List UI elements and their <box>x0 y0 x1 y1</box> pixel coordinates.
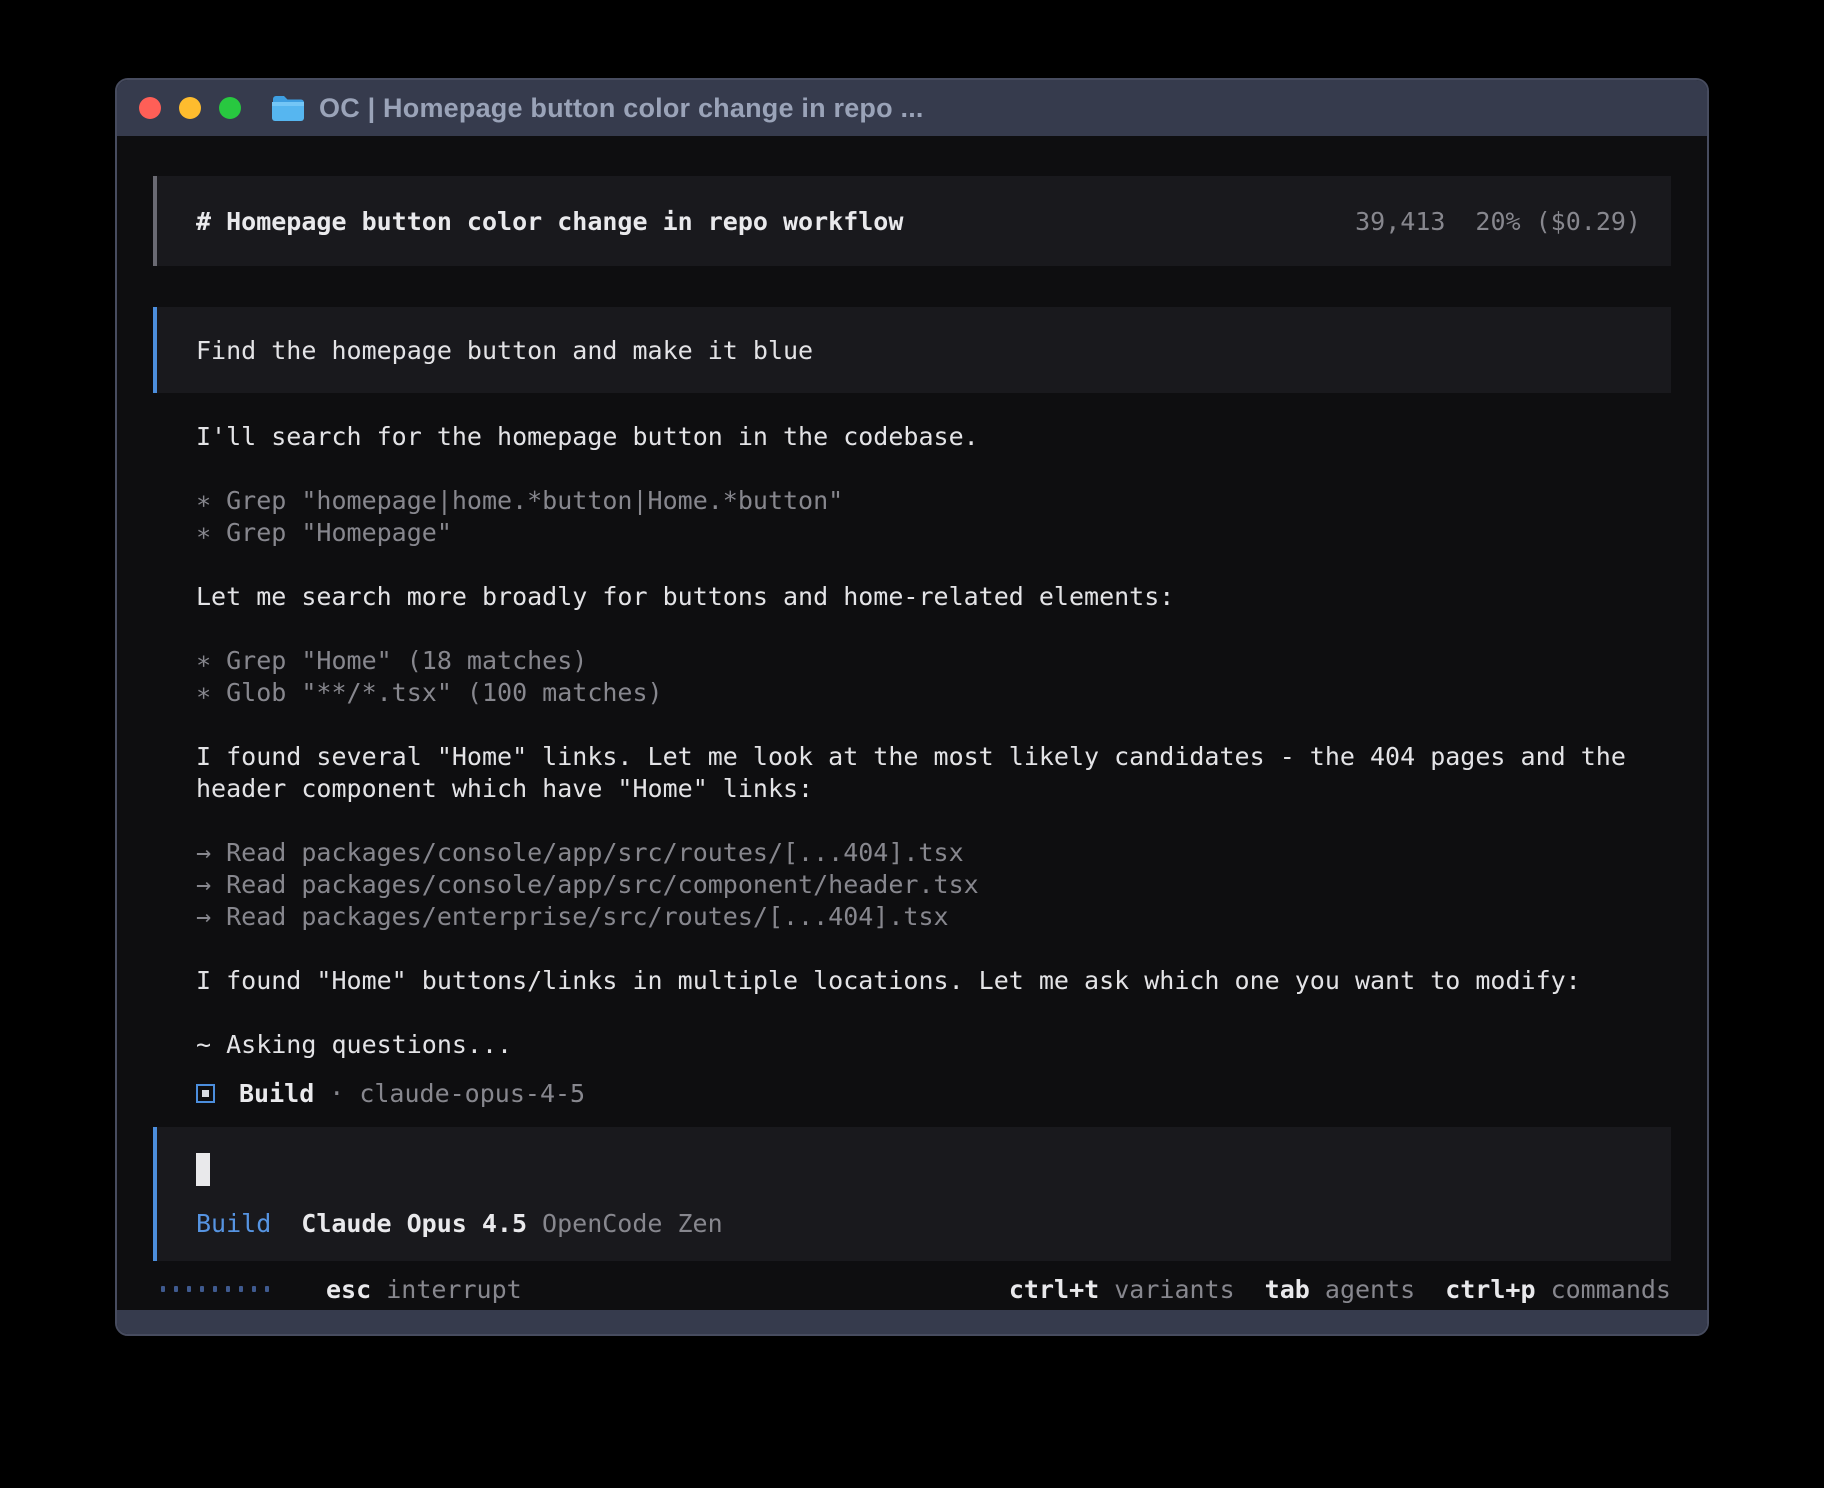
chat-line: → Read packages/enterprise/src/routes/[.… <box>196 901 1671 933</box>
terminal-window: OC | Homepage button color change in rep… <box>115 78 1709 1336</box>
assistant-transcript: I'll search for the homepage button in t… <box>153 421 1671 1061</box>
chat-line: ~ Asking questions... <box>196 1029 1671 1061</box>
chat-line: ∗ Glob "**/*.tsx" (100 matches) <box>196 677 1671 709</box>
window-bottom-strip <box>117 1310 1707 1334</box>
chat-line <box>196 997 1671 1029</box>
keyhint-agents: tab agents <box>1265 1275 1416 1304</box>
label-variants: variants <box>1114 1275 1234 1304</box>
chat-line <box>196 549 1671 581</box>
chat-line: ∗ Grep "Homepage" <box>196 517 1671 549</box>
zoom-button[interactable] <box>219 97 241 119</box>
chat-line: Let me search more broadly for buttons a… <box>196 581 1671 613</box>
terminal-content: # Homepage button color change in repo w… <box>117 136 1707 1310</box>
minimize-button[interactable] <box>179 97 201 119</box>
keyhint-interrupt: esc interrupt <box>326 1275 522 1304</box>
chat-line <box>196 453 1671 485</box>
model-name: claude-opus-4-5 <box>359 1079 585 1108</box>
agent-badge-icon <box>196 1084 215 1103</box>
keyhint-variants: ctrl+t variants <box>1009 1275 1235 1304</box>
label-commands: commands <box>1551 1275 1671 1304</box>
chat-line: → Read packages/console/app/src/componen… <box>196 869 1671 901</box>
separator-dot: · <box>329 1079 344 1108</box>
chat-line <box>196 805 1671 837</box>
blue-folder-icon <box>271 94 305 123</box>
working-spinner-dots <box>161 1286 278 1292</box>
chat-line: I'll search for the homepage button in t… <box>196 421 1671 453</box>
user-message: Find the homepage button and make it blu… <box>153 307 1671 393</box>
chat-line: header component which have "Home" links… <box>196 773 1671 805</box>
key-esc: esc <box>326 1275 371 1304</box>
user-message-text: Find the homepage button and make it blu… <box>196 336 813 365</box>
chat-line: → Read packages/console/app/src/routes/[… <box>196 837 1671 869</box>
close-button[interactable] <box>139 97 161 119</box>
chat-line: ∗ Grep "Home" (18 matches) <box>196 645 1671 677</box>
keyhint-commands: ctrl+p commands <box>1445 1275 1671 1304</box>
input-provider-label: OpenCode Zen <box>542 1209 723 1239</box>
agent-name: Build <box>239 1079 314 1108</box>
text-cursor[interactable] <box>196 1153 210 1186</box>
session-header: # Homepage button color change in repo w… <box>153 176 1671 266</box>
session-title: # Homepage button color change in repo w… <box>196 207 903 236</box>
chat-line <box>196 933 1671 965</box>
chat-line: I found "Home" buttons/links in multiple… <box>196 965 1671 997</box>
window-title: OC | Homepage button color change in rep… <box>319 93 924 124</box>
chat-line: ∗ Grep "homepage|home.*button|Home.*butt… <box>196 485 1671 517</box>
status-bar: esc interrupt ctrl+t variants tab agents… <box>153 1273 1671 1305</box>
input-meta: Build Claude Opus 4.5 OpenCode Zen <box>196 1209 1671 1239</box>
input-agent-label[interactable]: Build <box>196 1209 271 1239</box>
prompt-input[interactable]: Build Claude Opus 4.5 OpenCode Zen <box>153 1127 1671 1261</box>
label-interrupt: interrupt <box>386 1275 521 1304</box>
key-ctrl-p: ctrl+p <box>1445 1275 1535 1304</box>
key-tab: tab <box>1265 1275 1310 1304</box>
token-count: 39,413 <box>1355 207 1445 236</box>
chat-line: I found several "Home" links. Let me loo… <box>196 741 1671 773</box>
chat-line <box>196 709 1671 741</box>
context-cost: 20% ($0.29) <box>1475 207 1641 236</box>
input-model-label[interactable]: Claude Opus 4.5 <box>301 1209 527 1239</box>
title-bar[interactable]: OC | Homepage button color change in rep… <box>117 80 1707 136</box>
chat-line <box>196 613 1671 645</box>
agent-status-line: Build · claude-opus-4-5 <box>153 1077 1671 1109</box>
key-ctrl-t: ctrl+t <box>1009 1275 1099 1304</box>
label-agents: agents <box>1325 1275 1415 1304</box>
session-stats: 39,413 20% ($0.29) <box>1355 207 1641 236</box>
